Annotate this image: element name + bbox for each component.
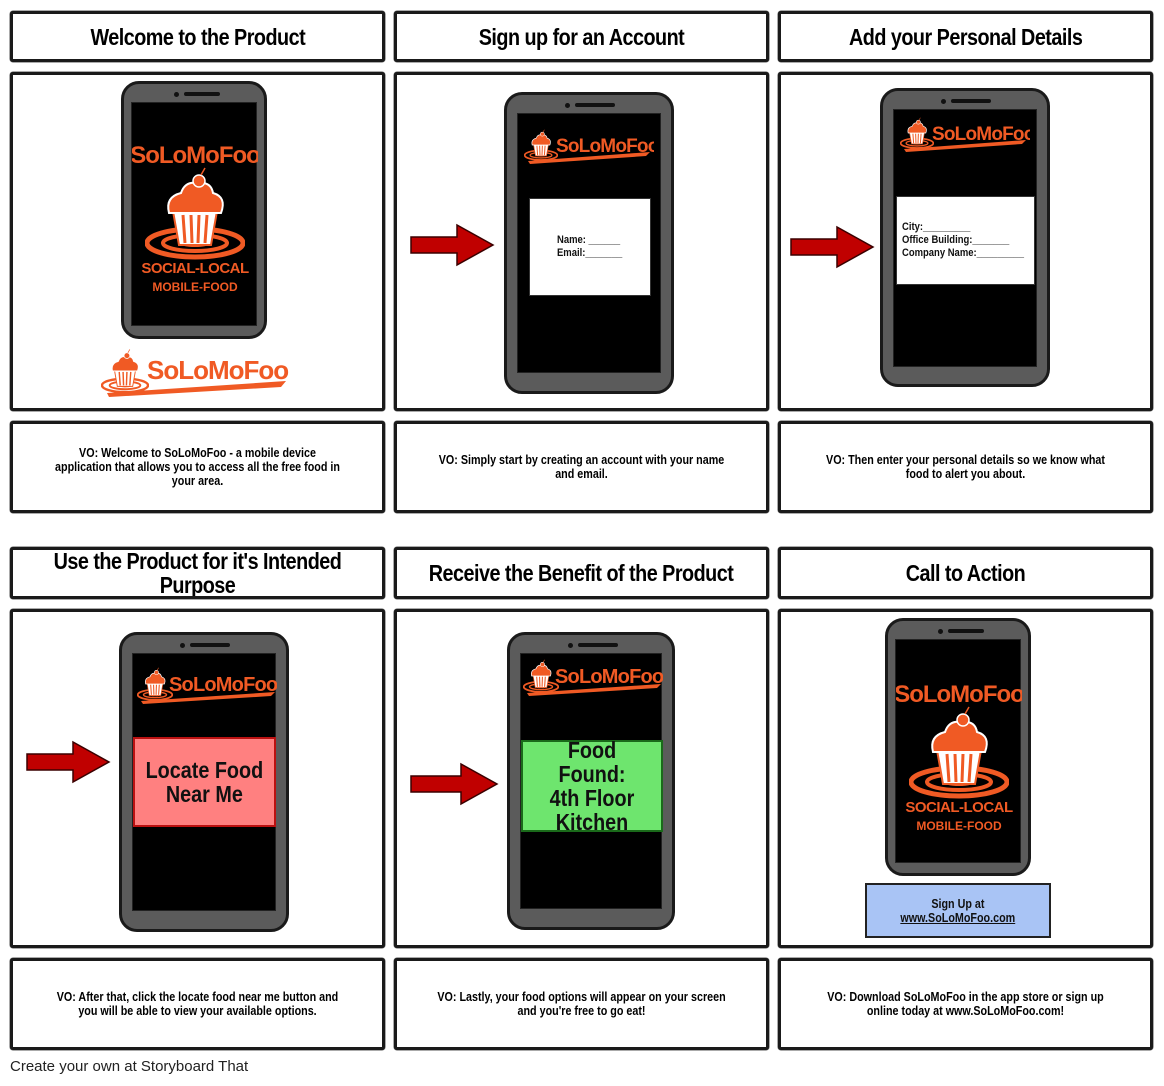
arrow-right-icon [790,225,875,269]
form-fields[interactable]: Name: ______ Email:_______ [557,234,622,260]
panel-5-caption: VO: Lastly, your food options will appea… [437,990,726,1018]
panel-4-caption-box: VO: After that, click the locate food ne… [10,958,385,1050]
arrow-right-icon [26,740,111,784]
storyboard-that-footer-link[interactable]: Create your own at Storyboard That [10,1058,248,1075]
button-line: Near Me [166,781,243,807]
panel-1-scene: SoLoMoFoo SOCIAL-LOCAL MOBILE-FOOD SoLoM… [10,72,385,411]
panel-5-title-box: Receive the Benefit of the Product [394,547,769,599]
panel-6-caption: VO: Download SoLoMoFoo in the app store … [827,990,1104,1018]
panel-1-title-box: Welcome to the Product [10,11,385,62]
solomofoo-logo-icon: SoLoMoFoo [524,128,654,164]
svg-text:SOCIAL-LOCAL: SOCIAL-LOCAL [905,799,1013,816]
panel-3-title: Add your Personal Details [848,23,1083,50]
tagline-1: SOCIAL-LOCAL [141,260,249,277]
panel-6-scene: SoLoMoFoo SOCIAL-LOCAL MOBILE-FOOD Sign … [778,609,1153,948]
tagline-2: MOBILE-FOOD [152,280,238,294]
panel-4-caption: VO: After that, click the locate food ne… [56,990,339,1018]
signup-link-button[interactable]: Sign Up at www.SoLoMoFoo.com [865,883,1051,938]
phone-screen: SoLoMoFoo SOCIAL-LOCAL MOBILE-FOOD [894,639,1025,863]
phone-screen: SoLoMoFoo Name: ______ Email:_______ [517,113,661,373]
panel-2-caption-box: VO: Simply start by creating an account … [394,421,769,513]
svg-text:SoLoMoFoo: SoLoMoFoo [169,674,277,696]
svg-text:SoLoMoFoo: SoLoMoFoo [555,666,663,688]
signup-form: Name: ______ Email:_______ [529,198,651,296]
details-form: City:_________ Office Building:_______ C… [896,196,1035,285]
arrow-right-icon [410,762,499,806]
brand-title: SoLoMoFoo [132,142,258,169]
phone-screen: SoLoMoFoo City:_________ Office Building… [893,109,1037,367]
panel-3-caption: VO: Then enter your personal details so … [826,453,1105,481]
panel-6-title: Call to Action [905,560,1026,586]
svg-text:SoLoMoFoo: SoLoMoFoo [147,355,288,385]
signup-label: Sign Up at [931,896,985,911]
panel-2-caption: VO: Simply start by creating an account … [438,453,725,481]
panel-5-caption-box: VO: Lastly, your food options will appea… [394,958,769,1050]
phone-screen: SoLoMoFoo Food Found: 4th Floor Kitchen [520,653,663,909]
result-line: Kitchen [555,809,629,835]
form-fields[interactable]: City:_________ Office Building:_______ C… [902,221,1024,260]
panel-4-title-box: Use the Product for it's Intended Purpos… [10,547,385,599]
solomofoo-logo-icon: SoLoMoFoo [137,666,277,704]
phone-icon: SoLoMoFoo Locate Food Near Me [119,632,289,932]
panel-2-title: Sign up for an Account [478,23,685,50]
panel-2-scene: SoLoMoFoo Name: ______ Email:_______ [394,72,769,411]
panel-6-title-box: Call to Action [778,547,1153,599]
solomofoo-wordmark-icon: SoLoMoFoo [101,348,289,397]
food-found-result: Food Found: 4th Floor Kitchen [521,738,663,834]
phone-icon: SoLoMoFoo City:_________ Office Building… [880,88,1050,387]
panel-3-caption-box: VO: Then enter your personal details so … [778,421,1153,513]
locate-food-button[interactable]: Locate Food Near Me [133,737,276,827]
panel-1-caption: VO: Welcome to SoLoMoFoo - a mobile devi… [55,446,340,488]
phone-icon: SoLoMoFoo Food Found: 4th Floor Kitchen [507,632,675,930]
phone-icon: SoLoMoFoo SOCIAL-LOCAL MOBILE-FOOD [885,618,1031,876]
panel-3-scene: SoLoMoFoo City:_________ Office Building… [778,72,1153,411]
arrow-right-icon [410,223,495,267]
phone-icon: SoLoMoFoo Name: ______ Email:_______ [504,92,674,394]
solomofoo-logo-icon: SoLoMoFoo [523,658,663,696]
svg-text:SoLoMoFoo: SoLoMoFoo [932,124,1030,145]
phone-screen: SoLoMoFoo Locate Food Near Me [132,653,277,911]
svg-text:SoLoMoFoo: SoLoMoFoo [556,136,654,157]
panel-1-title: Welcome to the Product [90,23,305,50]
panel-4-title: Use the Product for it's Intended Purpos… [53,548,342,598]
result-line: Food Found: [558,737,626,787]
svg-text:SoLoMoFoo: SoLoMoFoo [896,681,1022,708]
phone-screen: SoLoMoFoo SOCIAL-LOCAL MOBILE-FOOD [130,102,261,326]
svg-text:MOBILE-FOOD: MOBILE-FOOD [916,819,1002,833]
locate-food-button-label: Locate Food Near Me [146,758,264,806]
phone-icon: SoLoMoFoo SOCIAL-LOCAL MOBILE-FOOD [121,81,267,339]
panel-3-title-box: Add your Personal Details [778,11,1153,62]
panel-6-caption-box: VO: Download SoLoMoFoo in the app store … [778,958,1153,1050]
result-line: 4th Floor [549,785,635,811]
splash-logo-icon: SoLoMoFoo SOCIAL-LOCAL MOBILE-FOOD [130,142,261,294]
panel-1-caption-box: VO: Welcome to SoLoMoFoo - a mobile devi… [10,421,385,513]
panel-2-title-box: Sign up for an Account [394,11,769,62]
panel-5-scene: SoLoMoFoo Food Found: 4th Floor Kitchen [394,609,769,948]
solomofoo-logo-icon: SoLoMoFoo [900,116,1030,152]
food-found-text: Food Found: 4th Floor Kitchen [533,738,652,834]
button-line: Locate Food [145,757,264,783]
panel-5-title: Receive the Benefit of the Product [429,560,734,586]
panel-4-scene: SoLoMoFoo Locate Food Near Me [10,609,385,948]
cupcake-logo-icon: SoLoMoFoo SOCIAL-LOCAL MOBILE-FOOD [894,681,1025,833]
signup-url-link[interactable]: www.SoLoMoFoo.com [901,911,1016,925]
